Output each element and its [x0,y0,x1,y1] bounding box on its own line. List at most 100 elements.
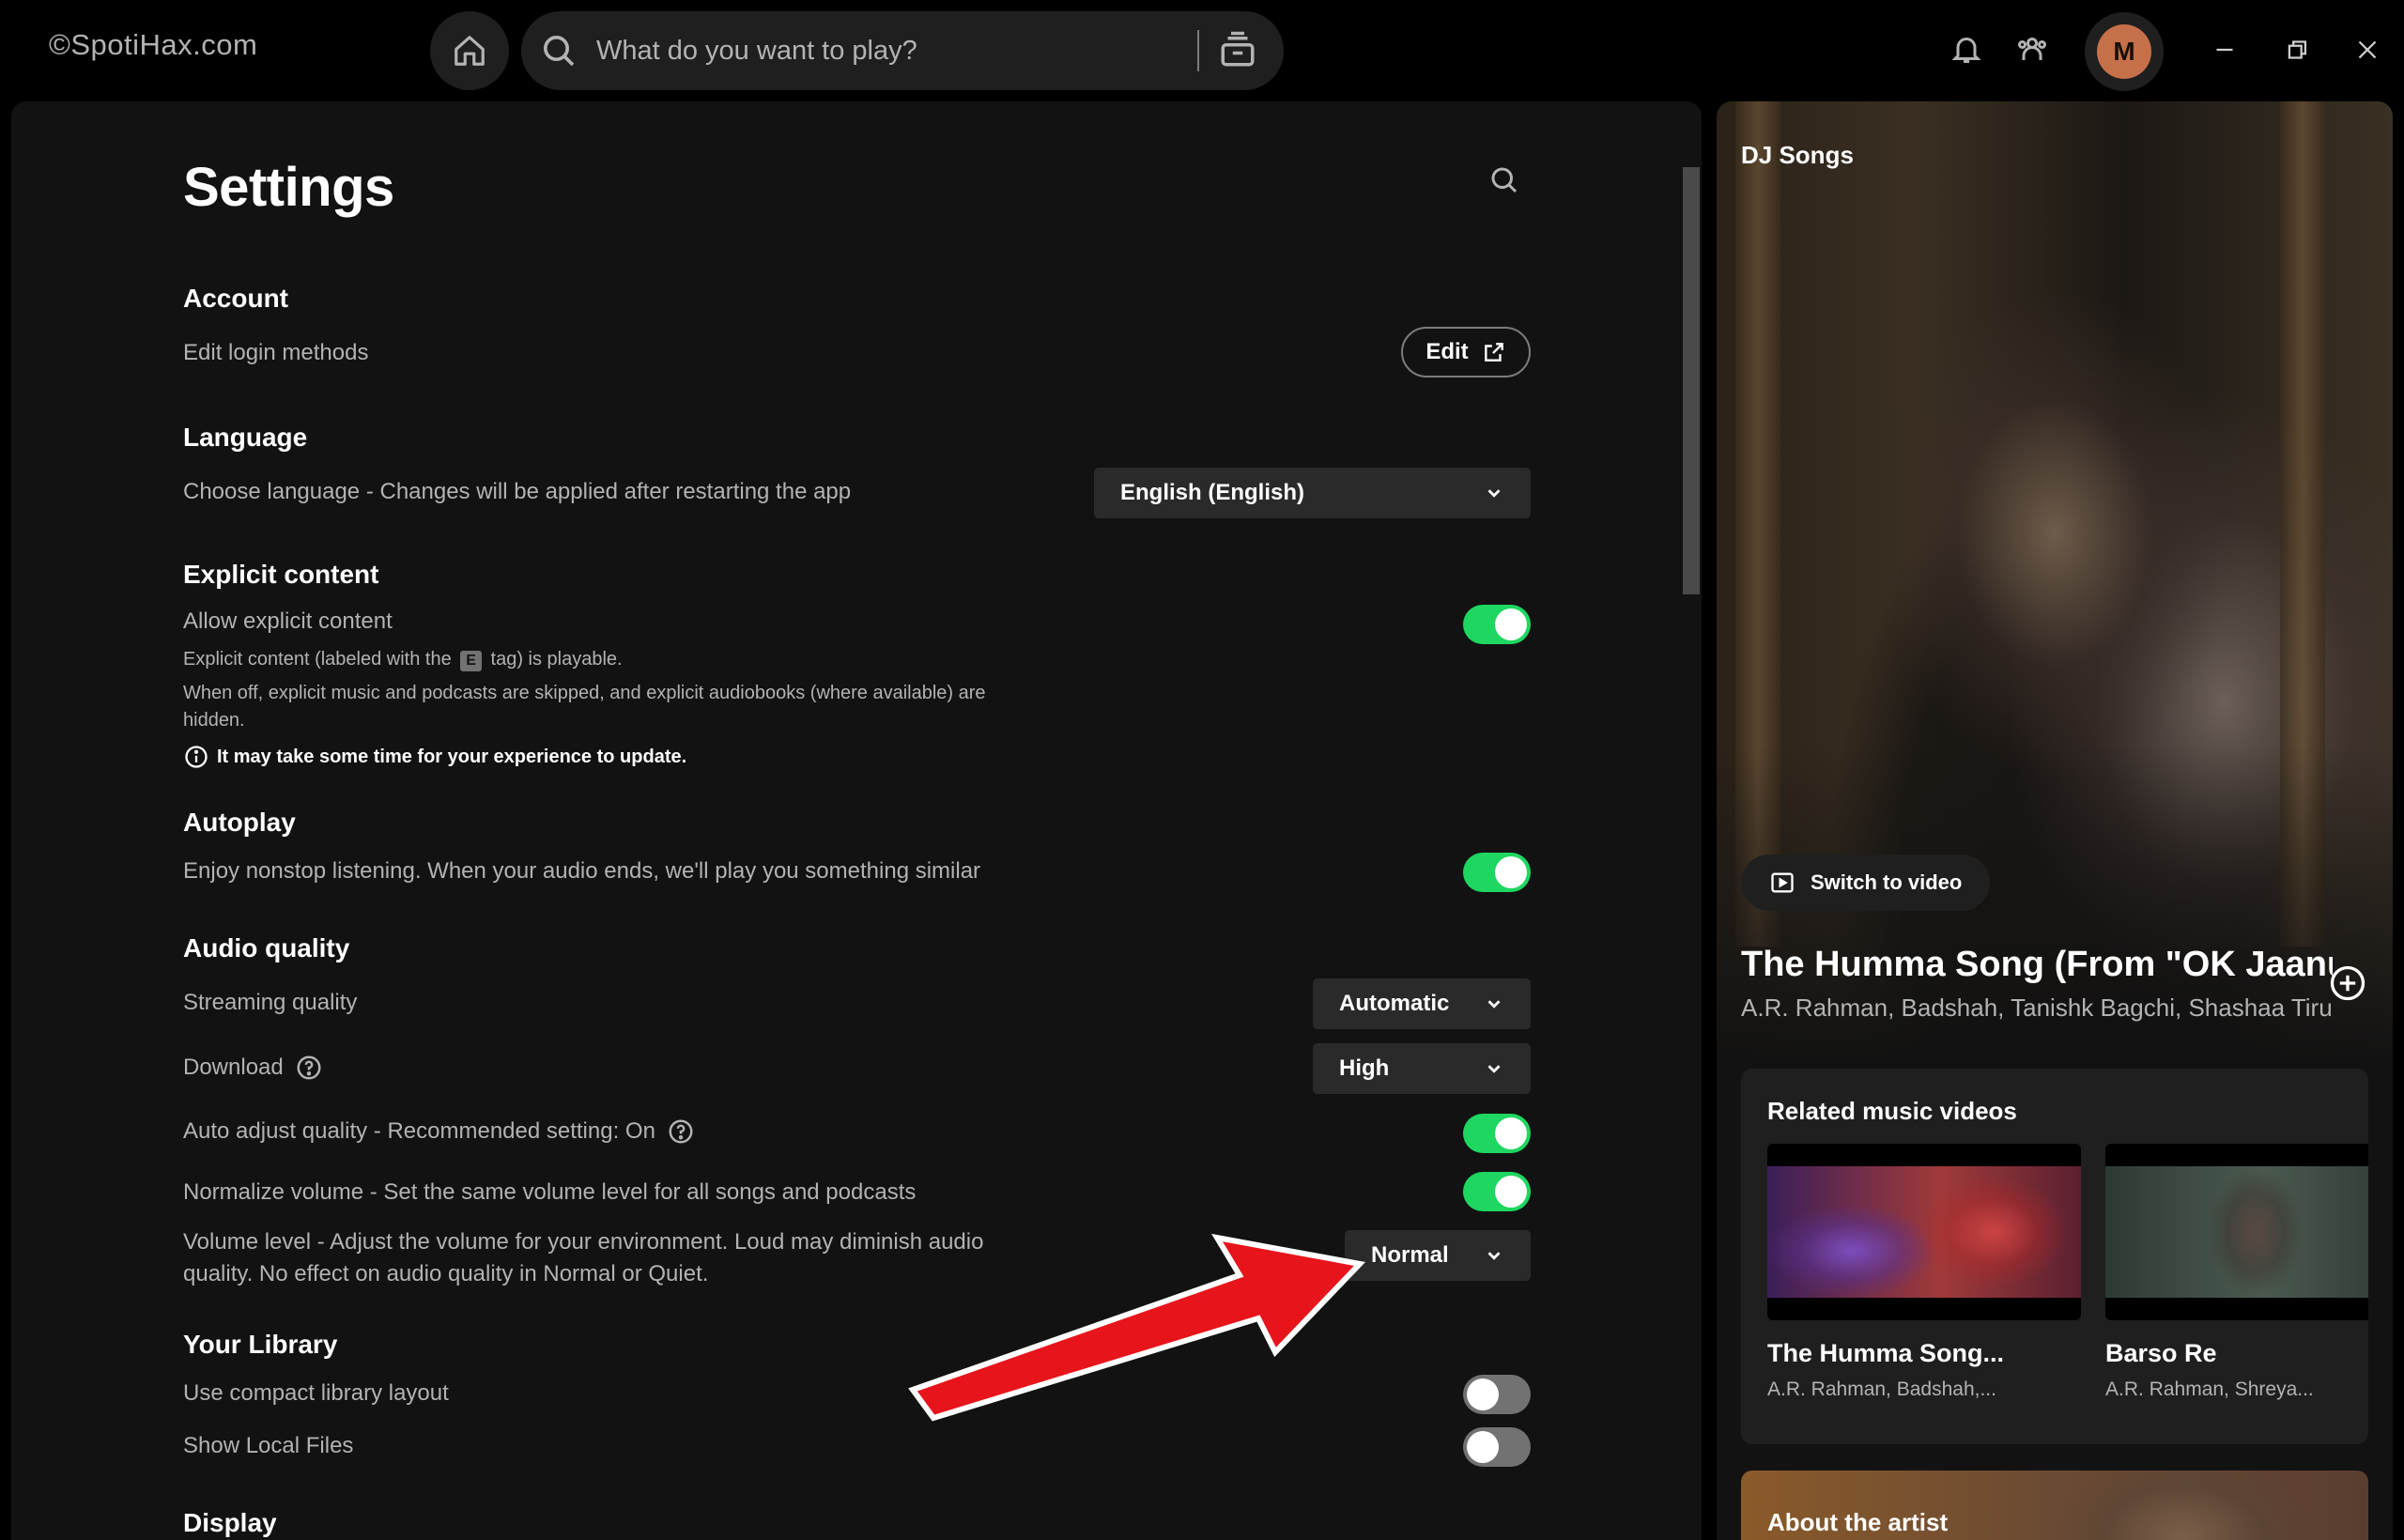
auto-adjust-row: Auto adjust quality - Recommended settin… [183,1117,695,1146]
download-quality-row: Download [183,1054,323,1082]
chevron-down-icon [1487,489,1501,498]
edit-button-label: Edit [1425,339,1469,364]
top-bar: ©SpotiHax.com What do you want to play? … [0,0,2404,101]
display-heading: Display [183,1508,277,1537]
streaming-quality-select[interactable]: Automatic [1313,978,1531,1029]
compact-layout-label: Use compact library layout [183,1380,449,1406]
restore-button[interactable] [2280,34,2312,66]
explicit-tag: E [460,651,482,671]
search-icon [540,32,578,69]
edit-login-button[interactable]: Edit [1401,327,1531,377]
switch-to-video-label: Switch to video [1811,870,1963,894]
bell-icon [1951,38,1981,63]
normalize-volume-label: Normalize volume - Set the same volume l… [183,1179,917,1205]
language-description: Choose language - Changes will be applie… [183,479,852,504]
chevron-down-icon [1487,1065,1501,1073]
explicit-note-line1: Explicit content (labeled with the E tag… [183,646,623,673]
search-bar[interactable]: What do you want to play? [521,11,1284,90]
auto-adjust-toggle[interactable] [1463,1114,1531,1153]
related-video-title[interactable]: The Humma Song... [1767,1339,2004,1368]
local-files-toggle[interactable] [1463,1427,1531,1467]
thumbnail-image [2105,1166,2368,1298]
switch-to-video-button[interactable]: Switch to video [1741,855,1991,911]
toggle-knob [1467,1378,1499,1410]
explicit-info-text: It may take some time for your experienc… [217,746,687,767]
about-artist-heading: About the artist [1767,1508,1949,1536]
friends-icon [2018,38,2046,60]
autoplay-description: Enjoy nonstop listening. When your audio… [183,858,981,884]
toggle-knob [1495,1176,1527,1208]
explicit-note-line2: When off, explicit music and podcasts ar… [183,683,986,731]
minimize-icon [2216,48,2233,52]
artwork-pillar [2280,101,2325,947]
about-artist-card[interactable]: About the artist [1741,1471,2368,1540]
song-artists[interactable]: A.R. Rahman, Badshah, Tanishk Bagchi, Sh… [1741,993,2333,1023]
normalize-volume-toggle[interactable] [1463,1172,1531,1211]
info-icon [185,746,208,768]
help-icon [669,1119,693,1144]
volume-level-value: Normal [1371,1242,1449,1268]
language-heading: Language [183,423,308,452]
browse-icon [1221,31,1255,67]
search-divider [1197,30,1199,71]
streaming-quality-value: Automatic [1339,991,1450,1016]
related-videos-card: Related music videos The Humma Song... A… [1741,1069,2368,1444]
related-video-thumbnail[interactable] [2105,1144,2368,1320]
watermark: ©SpotiHax.com [49,28,258,61]
search-icon [1491,167,1518,193]
page-title: Settings [183,157,394,218]
annotation-arrow-icon [908,1233,1366,1422]
explicit-heading: Explicit content [183,560,379,589]
related-video-artists: A.R. Rahman, Shreya... [2105,1378,2314,1400]
settings-panel: Settings Account Edit login methods Edit… [11,101,1702,1540]
help-icon [297,1055,321,1080]
local-files-label: Show Local Files [183,1433,354,1458]
language-select[interactable]: English (English) [1094,468,1531,518]
volume-level-select[interactable]: Normal [1345,1230,1531,1281]
related-video-artists: A.R. Rahman, Badshah,... [1767,1378,1996,1400]
add-to-library-button[interactable] [2327,962,2368,1004]
related-video-title[interactable]: Barso Re [2105,1339,2217,1368]
close-icon [2358,40,2377,59]
friend-activity-button[interactable] [2015,32,2049,66]
search-input[interactable]: What do you want to play? [596,36,917,67]
now-playing-panel: DJ Songs Switch to video The Humma Song … [1717,101,2393,1540]
library-heading: Your Library [183,1330,338,1359]
auto-adjust-help-button[interactable] [667,1117,695,1146]
video-icon [1771,872,1794,893]
profile-button[interactable]: M [2085,12,2164,91]
related-videos-heading: Related music videos [1767,1097,2017,1125]
home-icon [455,36,485,66]
toggle-knob [1495,1117,1527,1149]
related-video-thumbnail[interactable] [1767,1144,2081,1320]
audio-quality-heading: Audio quality [183,933,350,962]
explicit-note-after: tag) is playable. [490,649,623,670]
settings-search-button[interactable] [1487,163,1521,197]
download-help-button[interactable] [295,1054,323,1082]
toggle-knob [1495,856,1527,888]
chevron-down-icon [1487,1252,1501,1260]
explicit-note-before: Explicit content (labeled with the [183,649,452,670]
auto-adjust-label: Auto adjust quality - Recommended settin… [183,1118,655,1144]
external-link-icon [1484,343,1503,362]
playlist-name[interactable]: DJ Songs [1741,141,1854,170]
home-button[interactable] [430,11,509,90]
close-button[interactable] [2351,34,2383,66]
browse-button[interactable] [1218,30,1257,69]
plus-circle-icon [2330,965,2365,1001]
notifications-button[interactable] [1949,32,1983,66]
minimize-button[interactable] [2209,34,2241,66]
explicit-toggle[interactable] [1463,605,1531,644]
allow-explicit-label: Allow explicit content [183,608,393,634]
explicit-info: It may take some time for your experienc… [183,744,686,770]
language-value: English (English) [1120,480,1304,505]
scrollbar[interactable] [1683,167,1700,594]
restore-icon [2288,40,2307,59]
now-playing-artwork [1717,101,2393,1064]
download-quality-select[interactable]: High [1313,1043,1531,1094]
thumbnail-image [1767,1166,2081,1298]
autoplay-toggle[interactable] [1463,853,1531,892]
compact-layout-toggle[interactable] [1463,1375,1531,1414]
song-title[interactable]: The Humma Song (From "OK Jaanu") [1741,945,2333,985]
artwork-pillar [1735,101,1780,947]
